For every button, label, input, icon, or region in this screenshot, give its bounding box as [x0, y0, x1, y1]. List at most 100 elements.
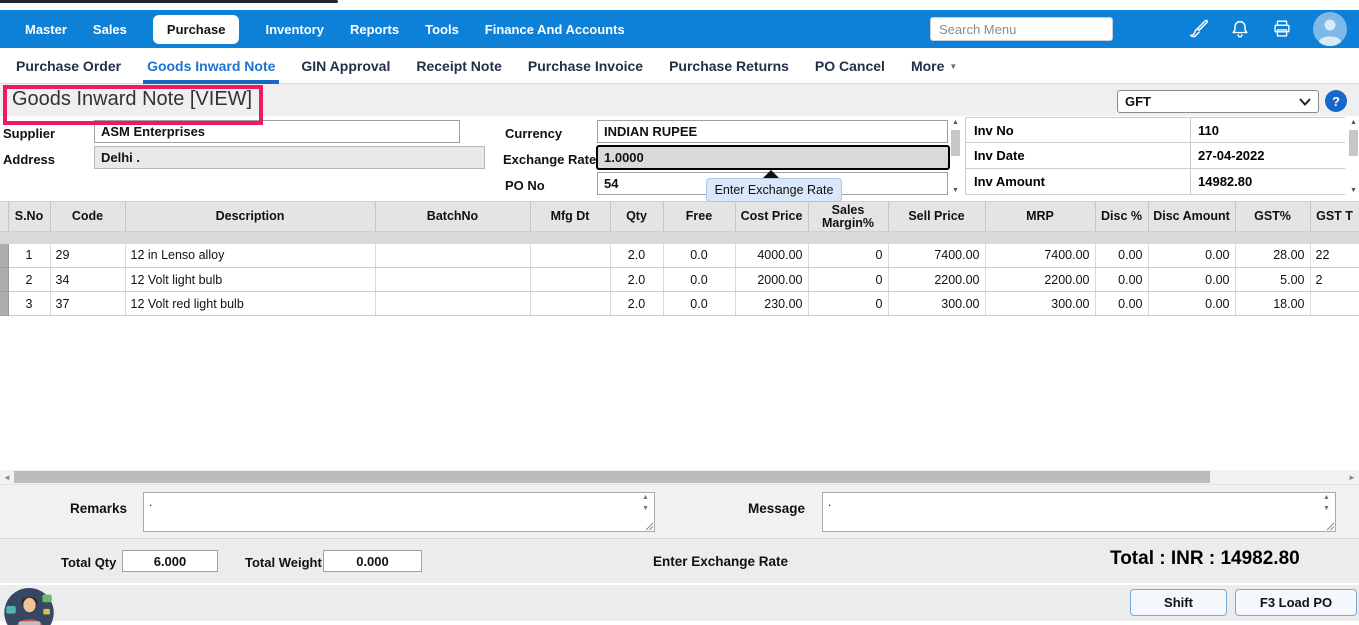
- resize-grip-icon[interactable]: [644, 521, 654, 531]
- cell-gst-t[interactable]: 2: [1310, 268, 1359, 292]
- subnav-item-goods-inward-note[interactable]: Goods Inward Note: [147, 58, 275, 74]
- cell-batchno[interactable]: [375, 268, 530, 292]
- scroll-down-icon[interactable]: ▼: [642, 505, 649, 512]
- search-input[interactable]: [930, 17, 1113, 41]
- cell-qty[interactable]: 2.0: [610, 292, 663, 316]
- topnav-item-purchase[interactable]: Purchase: [153, 15, 240, 44]
- cell-disc-amount[interactable]: 0.00: [1148, 292, 1235, 316]
- hscrollbar-thumb[interactable]: [14, 471, 1210, 483]
- total-weight-field[interactable]: [323, 550, 422, 572]
- help-button[interactable]: ?: [1325, 90, 1347, 112]
- cell-disc-amount[interactable]: 0.00: [1148, 244, 1235, 268]
- scroll-right-icon[interactable]: ►: [1346, 470, 1358, 484]
- scrollbar-thumb[interactable]: [1349, 130, 1358, 156]
- form-vertical-scrollbar-left[interactable]: ▲ ▼: [950, 118, 961, 196]
- topnav-item-inventory[interactable]: Inventory: [265, 22, 324, 37]
- cell-mrp[interactable]: 7400.00: [985, 244, 1095, 268]
- cell-free[interactable]: 0.0: [663, 292, 735, 316]
- cell-cost-price[interactable]: 230.00: [735, 292, 808, 316]
- cell-sales-margin[interactable]: 0: [808, 292, 888, 316]
- cell-sell-price[interactable]: 7400.00: [888, 244, 985, 268]
- cell-mfg-dt[interactable]: [530, 268, 610, 292]
- scroll-up-icon[interactable]: ▲: [1323, 494, 1330, 501]
- cell-s-no[interactable]: 3: [8, 292, 50, 316]
- topnav-item-master[interactable]: Master: [25, 22, 67, 37]
- cell-disc-amount[interactable]: 0.00: [1148, 268, 1235, 292]
- cell-description[interactable]: 12 Volt light bulb: [125, 268, 375, 292]
- total-qty-field[interactable]: [122, 550, 218, 572]
- subnav-item-po-cancel[interactable]: PO Cancel: [815, 58, 885, 74]
- subnav-item-purchase-invoice[interactable]: Purchase Invoice: [528, 58, 643, 74]
- cell-disc[interactable]: 0.00: [1095, 244, 1148, 268]
- subnav-item-gin-approval[interactable]: GIN Approval: [301, 58, 390, 74]
- cell-gst-t[interactable]: [1310, 292, 1359, 316]
- topnav-item-finance-and-accounts[interactable]: Finance And Accounts: [485, 22, 625, 37]
- scrollbar-thumb[interactable]: [951, 130, 960, 156]
- inv-amount-value[interactable]: 14982.80: [1191, 169, 1345, 194]
- scroll-up-icon[interactable]: ▲: [952, 118, 959, 128]
- shift-button[interactable]: Shift: [1130, 589, 1227, 616]
- cell-mrp[interactable]: 300.00: [985, 292, 1095, 316]
- topnav-item-reports[interactable]: Reports: [350, 22, 399, 37]
- cell-description[interactable]: 12 Volt red light bulb: [125, 292, 375, 316]
- subnav-item-purchase-returns[interactable]: Purchase Returns: [669, 58, 789, 74]
- topnav-item-tools[interactable]: Tools: [425, 22, 459, 37]
- cell-code[interactable]: 29: [50, 244, 125, 268]
- cell-qty[interactable]: 2.0: [610, 244, 663, 268]
- row-gutter[interactable]: [0, 292, 8, 316]
- cell-description[interactable]: 12 in Lenso alloy: [125, 244, 375, 268]
- cell-gst-t[interactable]: 22: [1310, 244, 1359, 268]
- scroll-up-icon[interactable]: ▲: [642, 494, 649, 501]
- scroll-down-icon[interactable]: ▼: [1350, 186, 1357, 196]
- user-avatar[interactable]: [1313, 12, 1347, 46]
- cell-gst[interactable]: 28.00: [1235, 244, 1310, 268]
- inv-no-value[interactable]: 110: [1191, 118, 1345, 142]
- horizontal-scrollbar[interactable]: ◄ ►: [0, 470, 1359, 484]
- table-row[interactable]: 12912 in Lenso alloy2.00.04000.0007400.0…: [0, 244, 1359, 268]
- print-icon[interactable]: [1271, 18, 1293, 40]
- scroll-up-icon[interactable]: ▲: [1350, 118, 1357, 128]
- notifications-bell-icon[interactable]: [1229, 18, 1251, 40]
- scroll-left-icon[interactable]: ◄: [1, 470, 13, 484]
- cell-cost-price[interactable]: 2000.00: [735, 268, 808, 292]
- currency-field[interactable]: [597, 120, 948, 143]
- cell-mfg-dt[interactable]: [530, 244, 610, 268]
- cell-sales-margin[interactable]: 0: [808, 268, 888, 292]
- cell-free[interactable]: 0.0: [663, 244, 735, 268]
- cell-sell-price[interactable]: 300.00: [888, 292, 985, 316]
- cell-disc[interactable]: 0.00: [1095, 268, 1148, 292]
- cell-code[interactable]: 37: [50, 292, 125, 316]
- remarks-textarea[interactable]: . ▲ ▼: [143, 492, 655, 532]
- cell-gst[interactable]: 18.00: [1235, 292, 1310, 316]
- support-chat-avatar[interactable]: [2, 587, 57, 625]
- voucher-type-select[interactable]: GFT: [1117, 90, 1319, 113]
- theme-paintbrush-icon[interactable]: [1187, 18, 1209, 40]
- cell-s-no[interactable]: 1: [8, 244, 50, 268]
- resize-grip-icon[interactable]: [1325, 521, 1335, 531]
- cell-code[interactable]: 34: [50, 268, 125, 292]
- form-vertical-scrollbar-right[interactable]: ▲ ▼: [1348, 118, 1359, 196]
- table-row[interactable]: 33712 Volt red light bulb2.00.0230.00030…: [0, 292, 1359, 316]
- subnav-item-purchase-order[interactable]: Purchase Order: [16, 58, 121, 74]
- cell-disc[interactable]: 0.00: [1095, 292, 1148, 316]
- message-textarea[interactable]: . ▲ ▼: [822, 492, 1336, 532]
- cell-gst[interactable]: 5.00: [1235, 268, 1310, 292]
- topnav-item-sales[interactable]: Sales: [93, 22, 127, 37]
- cell-sales-margin[interactable]: 0: [808, 244, 888, 268]
- scroll-down-icon[interactable]: ▼: [1323, 505, 1330, 512]
- scroll-down-icon[interactable]: ▼: [952, 186, 959, 196]
- cell-batchno[interactable]: [375, 292, 530, 316]
- row-gutter[interactable]: [0, 268, 8, 292]
- cell-mrp[interactable]: 2200.00: [985, 268, 1095, 292]
- subnav-item-receipt-note[interactable]: Receipt Note: [416, 58, 502, 74]
- cell-s-no[interactable]: 2: [8, 268, 50, 292]
- f3-load-po-button[interactable]: F3 Load PO: [1235, 589, 1357, 616]
- inv-date-value[interactable]: 27-04-2022: [1191, 143, 1345, 168]
- subnav-item-more[interactable]: More▼: [911, 58, 957, 74]
- cell-cost-price[interactable]: 4000.00: [735, 244, 808, 268]
- exchange-rate-field[interactable]: [596, 145, 950, 170]
- table-row[interactable]: 23412 Volt light bulb2.00.02000.0002200.…: [0, 268, 1359, 292]
- cell-free[interactable]: 0.0: [663, 268, 735, 292]
- cell-mfg-dt[interactable]: [530, 292, 610, 316]
- cell-sell-price[interactable]: 2200.00: [888, 268, 985, 292]
